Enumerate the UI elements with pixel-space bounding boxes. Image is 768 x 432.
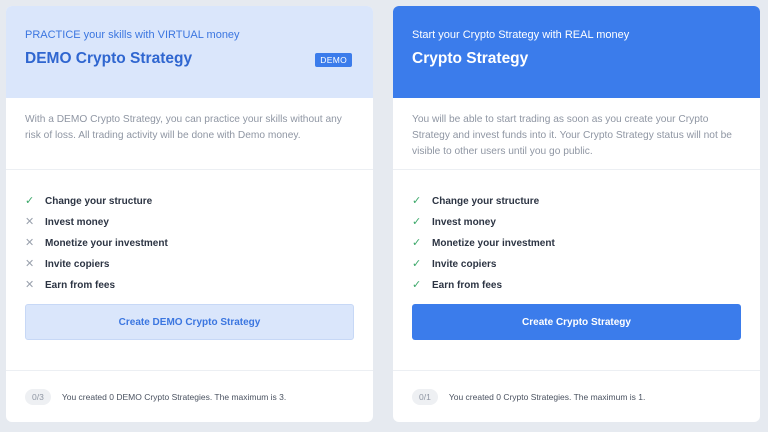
demo-card-title: DEMO Crypto Strategy <box>25 50 193 67</box>
cross-icon: ✕ <box>25 237 35 249</box>
check-icon: ✓ <box>412 258 422 270</box>
feature-item: ✕ Invite copiers <box>25 254 354 275</box>
check-icon: ✓ <box>25 195 35 207</box>
strategy-chooser: PRACTICE your skills with VIRTUAL money … <box>0 0 768 432</box>
feature-item: ✓ Change your structure <box>25 191 354 212</box>
feature-label: Change your structure <box>432 196 540 207</box>
real-card-footer: 0/1 You created 0 Crypto Strategies. The… <box>393 370 760 422</box>
demo-card-subtitle: PRACTICE your skills with VIRTUAL money <box>25 29 240 41</box>
real-strategy-card: Start your Crypto Strategy with REAL mon… <box>393 6 760 422</box>
real-card-header: Start your Crypto Strategy with REAL mon… <box>393 6 760 98</box>
demo-card-header: PRACTICE your skills with VIRTUAL money … <box>6 6 373 98</box>
feature-item: ✓ Invest money <box>412 212 741 233</box>
feature-label: Earn from fees <box>432 280 503 291</box>
feature-label: Change your structure <box>45 196 153 207</box>
demo-card-description: With a DEMO Crypto Strategy, you can pra… <box>6 98 373 170</box>
cross-icon: ✕ <box>25 216 35 228</box>
demo-footer-text: You created 0 DEMO Crypto Strategies. Th… <box>61 391 287 402</box>
feature-label: Monetize your investment <box>432 238 555 249</box>
feature-item: ✓ Invite copiers <box>412 254 741 275</box>
feature-item: ✓ Earn from fees <box>412 275 741 296</box>
check-icon: ✓ <box>412 216 422 228</box>
feature-label: Monetize your investment <box>45 238 168 249</box>
feature-label: Earn from fees <box>45 280 116 291</box>
feature-label: Invite copiers <box>45 259 110 270</box>
create-demo-strategy-button[interactable]: Create DEMO Crypto Strategy <box>25 304 354 340</box>
feature-item: ✓ Monetize your investment <box>412 233 741 254</box>
check-icon: ✓ <box>412 237 422 249</box>
real-feature-list: ✓ Change your structure ✓ Invest money ✓… <box>393 170 760 304</box>
cross-icon: ✕ <box>25 258 35 270</box>
real-counter-badge: 0/1 <box>412 388 438 405</box>
feature-label: Invest money <box>432 217 496 228</box>
cross-icon: ✕ <box>25 279 35 291</box>
real-card-title: Crypto Strategy <box>412 50 529 67</box>
demo-badge: DEMO <box>315 53 352 67</box>
check-icon: ✓ <box>412 279 422 291</box>
real-card-subtitle: Start your Crypto Strategy with REAL mon… <box>412 29 630 41</box>
demo-card-footer: 0/3 You created 0 DEMO Crypto Strategies… <box>6 370 373 422</box>
check-icon: ✓ <box>412 195 422 207</box>
create-crypto-strategy-button[interactable]: Create Crypto Strategy <box>412 304 741 340</box>
feature-label: Invest money <box>45 217 109 228</box>
feature-item: ✓ Change your structure <box>412 191 741 212</box>
feature-item: ✕ Invest money <box>25 212 354 233</box>
real-footer-text: You created 0 Crypto Strategies. The max… <box>448 391 646 402</box>
feature-item: ✕ Monetize your investment <box>25 233 354 254</box>
feature-label: Invite copiers <box>432 259 497 270</box>
demo-counter-badge: 0/3 <box>25 388 51 405</box>
demo-feature-list: ✓ Change your structure ✕ Invest money ✕… <box>6 170 373 304</box>
demo-strategy-card: PRACTICE your skills with VIRTUAL money … <box>6 6 373 422</box>
feature-item: ✕ Earn from fees <box>25 275 354 296</box>
real-card-description: You will be able to start trading as soo… <box>393 98 760 170</box>
